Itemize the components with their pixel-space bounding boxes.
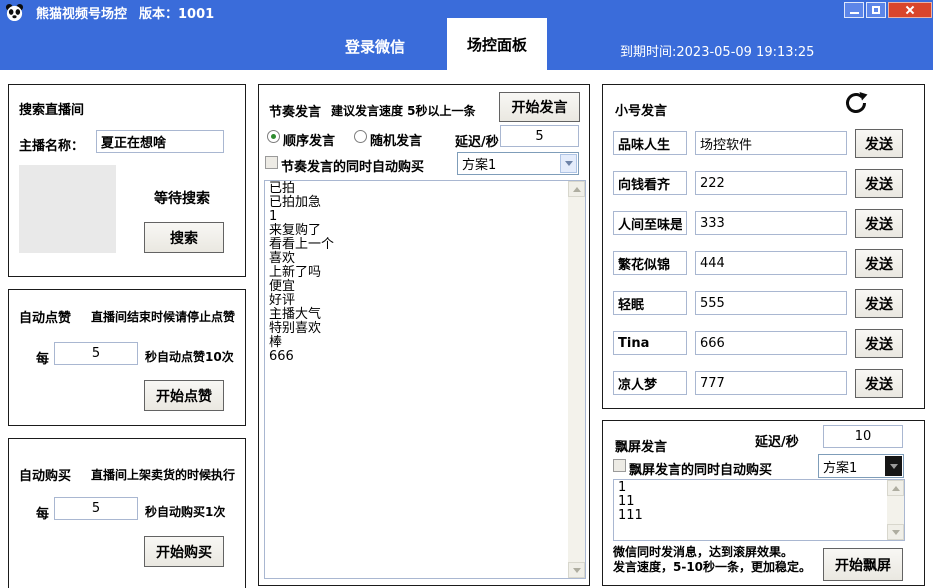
rhythm-plan-value: 方案1 xyxy=(462,154,496,173)
alt-message-input[interactable] xyxy=(695,131,847,155)
radio-sequential-speech[interactable] xyxy=(267,130,280,143)
alt-message-input[interactable] xyxy=(695,291,847,315)
send-button[interactable]: 发送 xyxy=(855,169,903,198)
expiry-time: 到期时间:2023-05-09 19:13:25 xyxy=(620,41,814,60)
send-button[interactable]: 发送 xyxy=(855,249,903,278)
send-button[interactable]: 发送 xyxy=(855,329,903,358)
close-icon xyxy=(905,5,915,15)
version-label: 版本：1001 xyxy=(139,3,214,22)
float-messages-text: 1 11 111 xyxy=(618,481,884,523)
alt-message-input[interactable] xyxy=(695,251,847,275)
auto-buy-suffix: 秒自动购买1次 xyxy=(145,503,225,520)
float-delay-label: 延迟/秒 xyxy=(755,431,799,450)
alt-message-input[interactable] xyxy=(695,371,847,395)
auto-like-title: 自动点赞 xyxy=(19,307,71,326)
alt-name-input[interactable] xyxy=(613,291,687,315)
float-autobuy-label[interactable]: 飘屏发言的同时自动购买 xyxy=(629,459,772,478)
rhythm-delay-input[interactable] xyxy=(500,125,579,147)
alt-name-input[interactable] xyxy=(613,331,687,355)
float-screen-group: 飘屏发言 延迟/秒 飘屏发言的同时自动购买 方案1 1 11 111 微信同时发… xyxy=(602,420,925,586)
send-button[interactable]: 发送 xyxy=(855,289,903,318)
scroll-down-icon[interactable] xyxy=(568,562,585,578)
chevron-down-icon xyxy=(885,456,902,476)
rhythm-autobuy-label[interactable]: 节奏发言的同时自动购买 xyxy=(281,156,424,175)
alt-account-group: 小号发言 发送 发送 发送 发送 发送 发送 发送 xyxy=(602,84,925,409)
radio-sequential-label[interactable]: 顺序发言 xyxy=(283,130,335,149)
app-window: 熊猫视频号场控 版本：1001 登录微信 场控面板 到期时间:2023-05-0… xyxy=(0,0,933,588)
close-button[interactable] xyxy=(888,2,932,18)
start-buy-button[interactable]: 开始购买 xyxy=(144,536,224,567)
auto-buy-group: 自动购买 直播间上架卖货的时候执行 每 秒自动购买1次 开始购买 xyxy=(8,438,246,588)
alt-account-title: 小号发言 xyxy=(615,100,667,119)
send-button[interactable]: 发送 xyxy=(855,209,903,238)
rhythm-speech-group: 节奏发言 建议发言速度 5秒以上一条 开始发言 顺序发言 随机发言 延迟/秒 节… xyxy=(258,84,590,586)
search-status-text: 等待搜索 xyxy=(154,188,210,208)
tab-login-wechat[interactable]: 登录微信 xyxy=(310,30,440,62)
auto-buy-note: 直播间上架卖货的时候执行 xyxy=(91,466,235,483)
auto-buy-every-label: 每 xyxy=(36,503,49,522)
alt-name-input[interactable] xyxy=(613,131,687,155)
scroll-up-icon[interactable] xyxy=(887,480,904,496)
window-title: 熊猫视频号场控 xyxy=(36,3,127,22)
rhythm-plan-select[interactable]: 方案1 xyxy=(457,152,579,175)
float-delay-input[interactable] xyxy=(823,425,903,448)
rhythm-messages-text: 已拍 已拍加急 1 来复购了 看看上一个 喜欢 上新了吗 便宜 好评 主播大气 … xyxy=(269,182,565,364)
host-name-label: 主播名称： xyxy=(19,135,84,154)
auto-like-interval-input[interactable] xyxy=(54,342,138,365)
alt-message-input[interactable] xyxy=(695,331,847,355)
title-row: 熊猫视频号场控 版本：1001 xyxy=(5,3,214,22)
chevron-down-icon xyxy=(560,154,577,173)
maximize-button[interactable] xyxy=(866,2,886,18)
alt-message-input[interactable] xyxy=(695,211,847,235)
panda-logo-icon xyxy=(5,3,24,22)
alt-message-input[interactable] xyxy=(695,171,847,195)
minimize-button[interactable] xyxy=(844,2,864,18)
search-room-title: 搜索直播间 xyxy=(19,99,84,118)
rhythm-autobuy-checkbox[interactable] xyxy=(265,156,278,169)
start-float-button[interactable]: 开始飘屏 xyxy=(823,548,903,581)
rhythm-scrollbar[interactable] xyxy=(568,181,585,578)
rhythm-hint: 建议发言速度 5秒以上一条 xyxy=(331,102,476,119)
auto-like-note: 直播间结束时候请停止点赞 xyxy=(91,308,235,325)
start-like-button[interactable]: 开始点赞 xyxy=(144,380,224,411)
search-room-group: 搜索直播间 主播名称： 等待搜索 搜索 xyxy=(8,84,246,277)
alt-name-input[interactable] xyxy=(613,371,687,395)
float-scrollbar[interactable] xyxy=(887,480,904,540)
tab-control-panel[interactable]: 场控面板 xyxy=(447,18,547,70)
rhythm-title: 节奏发言 xyxy=(269,101,321,120)
alt-name-input[interactable] xyxy=(613,251,687,275)
float-screen-title: 飘屏发言 xyxy=(615,436,667,455)
minimize-icon xyxy=(850,12,859,14)
cover-image-placeholder xyxy=(19,165,116,253)
search-button[interactable]: 搜索 xyxy=(144,222,224,253)
send-button[interactable]: 发送 xyxy=(855,369,903,398)
send-button[interactable]: 发送 xyxy=(855,129,903,158)
float-autobuy-checkbox[interactable] xyxy=(613,459,626,472)
auto-buy-title: 自动购买 xyxy=(19,465,71,484)
start-speech-button[interactable]: 开始发言 xyxy=(499,92,580,122)
rhythm-delay-label: 延迟/秒 xyxy=(455,131,499,150)
maximize-icon xyxy=(872,6,880,14)
alt-name-input[interactable] xyxy=(613,211,687,235)
title-bar: 熊猫视频号场控 版本：1001 登录微信 场控面板 到期时间:2023-05-0… xyxy=(0,0,933,70)
scroll-down-icon[interactable] xyxy=(887,524,904,540)
host-name-input[interactable] xyxy=(96,130,224,153)
float-plan-select[interactable]: 方案1 xyxy=(818,454,904,478)
refresh-icon[interactable] xyxy=(843,90,869,120)
auto-like-suffix: 秒自动点赞10次 xyxy=(145,348,234,365)
auto-like-group: 自动点赞 直播间结束时候请停止点赞 每 秒自动点赞10次 开始点赞 xyxy=(8,289,246,426)
auto-like-every-label: 每 xyxy=(36,348,49,367)
alt-name-input[interactable] xyxy=(613,171,687,195)
radio-random-speech[interactable] xyxy=(354,130,367,143)
rhythm-messages-textarea[interactable]: 已拍 已拍加急 1 来复购了 看看上一个 喜欢 上新了吗 便宜 好评 主播大气 … xyxy=(264,180,586,579)
float-messages-textarea[interactable]: 1 11 111 xyxy=(613,479,905,541)
float-plan-value: 方案1 xyxy=(823,457,857,476)
radio-random-label[interactable]: 随机发言 xyxy=(370,130,422,149)
float-info-line2: 发言速度，5-10秒一条，更加稳定。 xyxy=(613,558,811,575)
scroll-up-icon[interactable] xyxy=(568,181,585,197)
auto-buy-interval-input[interactable] xyxy=(54,497,138,520)
